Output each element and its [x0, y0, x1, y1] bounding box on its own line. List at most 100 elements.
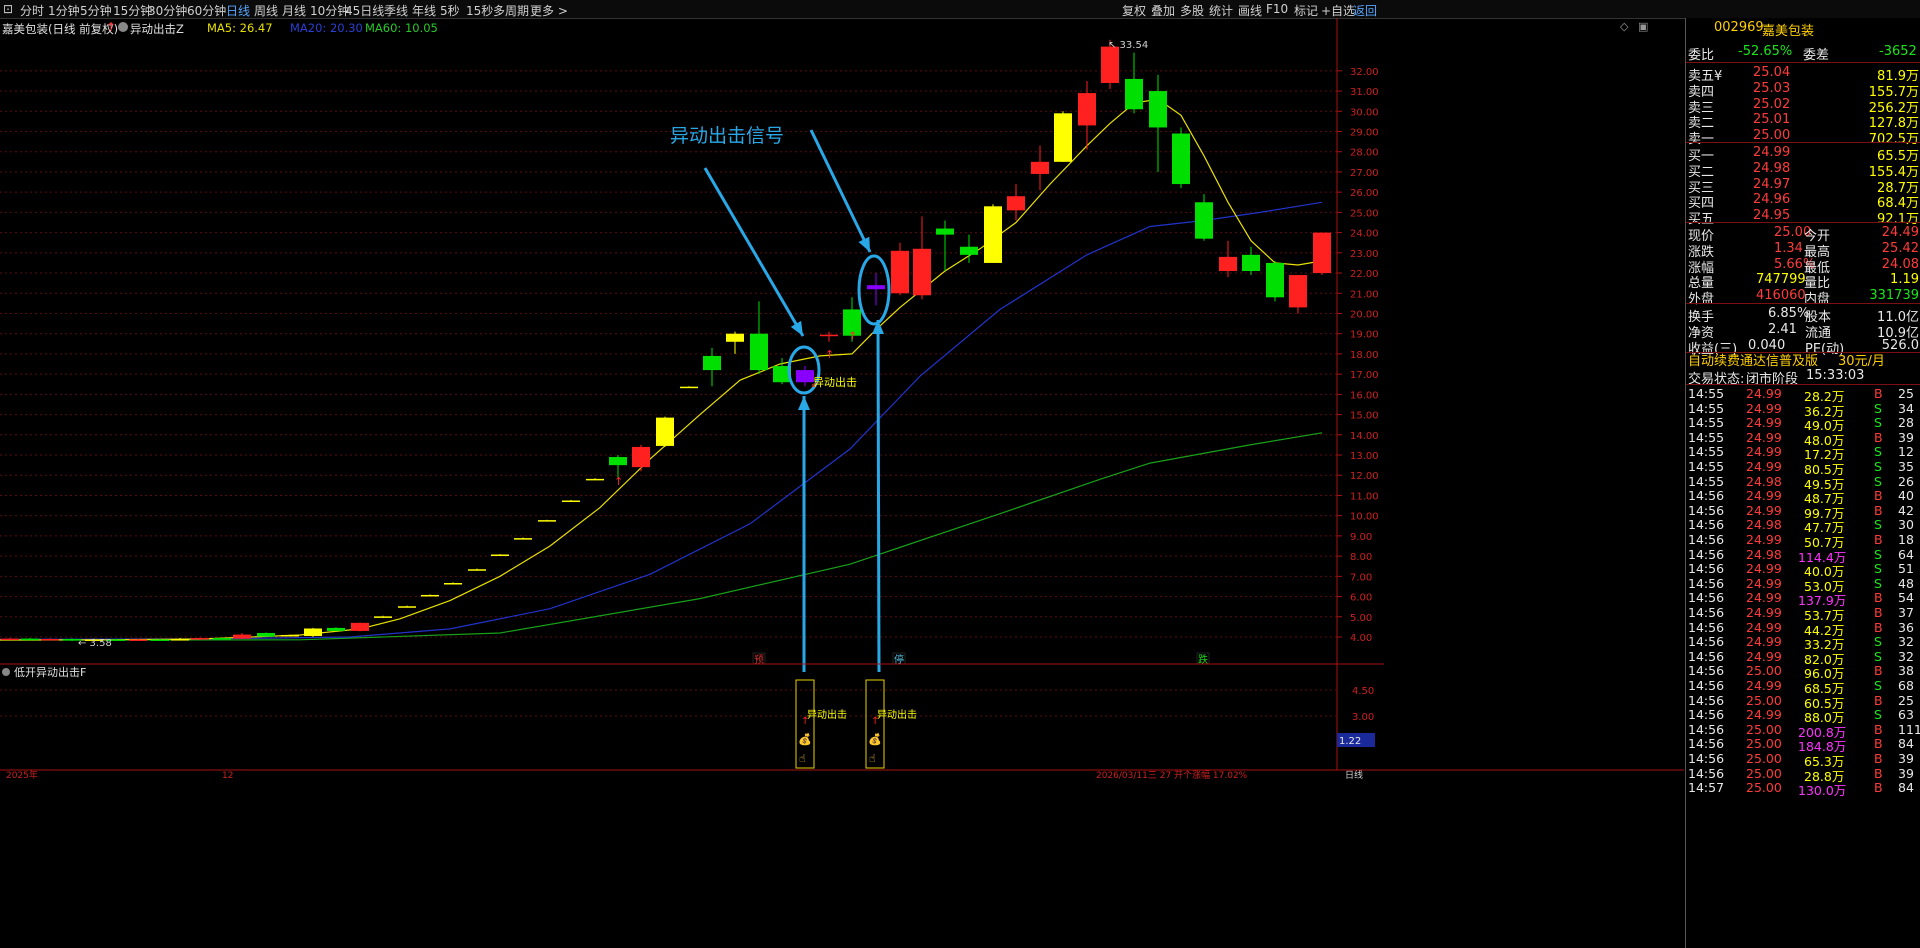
candle-body: [41, 639, 59, 641]
price-tick-label: 13.00: [1350, 451, 1379, 462]
candle-body: [514, 538, 532, 540]
price-tick-label: 27.00: [1350, 168, 1379, 179]
weicha-value: -3652: [1879, 44, 1917, 59]
buy-price: 24.97: [1753, 176, 1791, 192]
candle-body: [1195, 202, 1213, 239]
promo-row[interactable]: 自动续费通达信普及版 30元/月: [1686, 332, 1920, 369]
candle-body: [398, 606, 416, 608]
candle-body: [586, 478, 604, 481]
price-tick-label: 31.00: [1350, 87, 1379, 98]
sub-signal-label: 异动出击: [807, 708, 847, 721]
divider: [1686, 303, 1920, 304]
price-tick-label: 26.00: [1350, 188, 1379, 199]
candle-body: [891, 250, 909, 294]
candle-body: [936, 228, 954, 235]
candle-body: [1125, 78, 1143, 110]
candle-body: [726, 333, 744, 342]
candle-body: [867, 285, 885, 290]
moving-average-lines: [0, 98, 1323, 641]
candle-body: [1266, 262, 1284, 298]
weibi-label: 委比: [1688, 48, 1715, 63]
ma-line: [0, 432, 1323, 641]
price-tick-label: 21.00: [1350, 289, 1379, 300]
weicha-label: 委差: [1803, 48, 1830, 63]
candle-body: [151, 639, 169, 641]
buy-price: 24.95: [1753, 208, 1791, 224]
price-tick-label: 8.00: [1350, 552, 1372, 563]
candle-body: [1242, 254, 1260, 272]
candle-body: [1313, 232, 1331, 274]
hand-pointer-icon: ☝: [869, 752, 876, 765]
tick-side: B: [1874, 780, 1883, 796]
sub-signal-label: 异动出击: [877, 708, 917, 721]
candle-body: [171, 639, 189, 641]
candle-body: [750, 333, 768, 371]
callout-arrow: [809, 129, 872, 253]
price-tick-label: 28.00: [1350, 148, 1379, 159]
sell-price: 25.02: [1753, 96, 1791, 112]
candle-body: [421, 594, 439, 597]
candle-body: [233, 634, 251, 639]
candle-body: [913, 248, 931, 296]
candle-body: [304, 628, 322, 636]
stat-value: 1.34: [1774, 240, 1803, 256]
high-price-label: ↖ 33.54: [1108, 40, 1148, 51]
tick-volume: 130.0万: [1798, 783, 1847, 799]
stat-value: 24.08: [1881, 256, 1919, 272]
sell-price: 25.04: [1753, 65, 1791, 80]
price-grid: [0, 70, 1337, 638]
divider: [1686, 142, 1920, 143]
divider: [1686, 222, 1920, 223]
buy-price: 24.96: [1753, 192, 1791, 208]
candle-body: [1289, 275, 1307, 308]
hand-pointer-icon: ☝: [799, 752, 806, 765]
candle-body: [632, 446, 650, 468]
bottom-status-text: 2026/03/11三 27 开个涨幅 17.02%: [1096, 769, 1248, 781]
candle-body: [960, 246, 978, 255]
arrow-head: [872, 320, 885, 335]
price-tick-label: 11.00: [1350, 491, 1379, 502]
signal-arrow-icon: ↙: [811, 380, 819, 390]
sell-price: 25.00: [1753, 128, 1791, 144]
candle-body: [1149, 91, 1167, 128]
price-tick-label: 5.00: [1350, 613, 1372, 624]
candle-body: [1219, 256, 1237, 272]
candle-body: [191, 638, 209, 640]
candle-body: [351, 622, 369, 631]
candle-body: [327, 627, 345, 631]
price-tick-label: 22.00: [1350, 269, 1379, 280]
price-tick-label: 18.00: [1350, 350, 1379, 361]
buy-arrow-icon: ↑: [614, 475, 623, 488]
price-tick-label: 10.00: [1350, 512, 1379, 523]
bottom-year-label: 2025年: [6, 769, 38, 781]
candlesticks: ↑ ↑ ↑: [1, 39, 1331, 642]
quote-panel: 002969 嘉美包装 委比 -52.65% 委差 -3652 卖五¥ 25.04 81.9万卖…: [1685, 18, 1920, 948]
status-time: 15:33:03: [1806, 368, 1865, 383]
sub-indicator-panel: 低开异动出击F4.503.001.22↑异动出击💰☝↑异动出击💰☝: [0, 664, 1375, 770]
bottom-status-bar: 2025年 12 2026/03/11三 27 开个涨幅 17.02% 日线: [0, 769, 1684, 781]
sub-axis-label: 4.50: [1352, 686, 1374, 697]
sell-price: 25.01: [1753, 112, 1791, 128]
sub-panel-toggle-icon: [2, 668, 10, 676]
money-bag-icon: 💰: [868, 733, 882, 746]
price-tick-label: 12.00: [1350, 471, 1379, 482]
stat-value: 747799: [1756, 272, 1806, 288]
buy-arrow-icon: ↑: [848, 330, 857, 343]
price-tick-label: 24.00: [1350, 229, 1379, 240]
buy-price: 24.98: [1753, 160, 1791, 176]
price-tick-label: 15.00: [1350, 411, 1379, 422]
stock-name: 嘉美包装: [1762, 24, 1815, 39]
ma-line: [0, 98, 1323, 641]
price-tick-label: 16.00: [1350, 390, 1379, 401]
candle-body: [491, 554, 509, 557]
weibi-row: 委比 -52.65% 委差 -3652: [1686, 43, 1920, 63]
candle-body: [1, 638, 19, 641]
candle-body: [468, 569, 486, 571]
kline-chart[interactable]: ↑↑↑ 异动出击信号异动出击↙↖ 33.54← 3.58预停跌 32.0031.…: [0, 0, 1684, 948]
signal-label: 异动出击: [813, 375, 857, 389]
stock-header: 002969 嘉美包装: [1686, 18, 1920, 40]
buy-arrow-icon: ↑: [825, 348, 834, 361]
candle-body: [680, 386, 698, 389]
low-price-label: ← 3.58: [78, 638, 112, 649]
candle-body: [213, 638, 231, 640]
